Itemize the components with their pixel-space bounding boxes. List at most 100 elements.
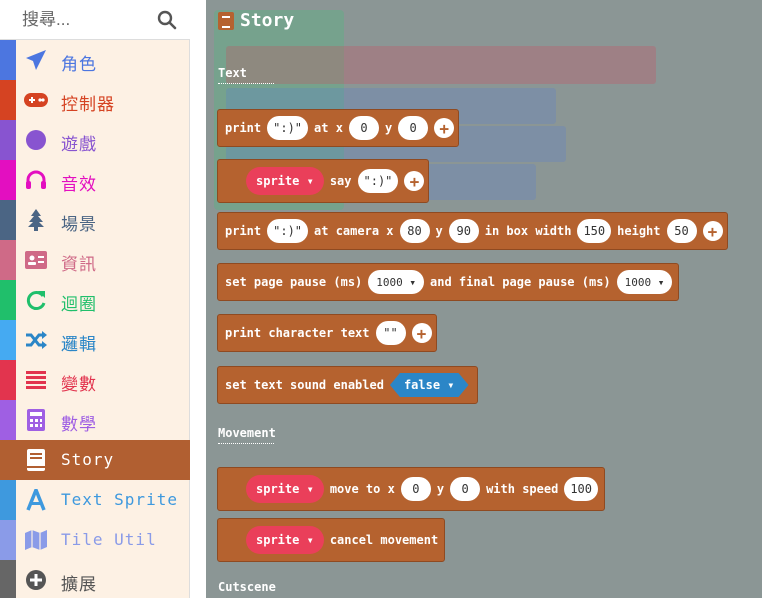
flyout-title-text: Story <box>240 10 295 31</box>
category-color-bar <box>0 120 16 160</box>
category-variables[interactable]: 變數 <box>0 360 190 400</box>
list-icon <box>24 368 48 392</box>
final-pause-dropdown[interactable]: 1000 ▾ <box>616 270 673 294</box>
block-text: and final page pause (ms) <box>430 275 611 289</box>
paper-plane-icon <box>24 48 48 72</box>
category-sprites[interactable]: 角色 <box>0 40 190 80</box>
block-print-at[interactable]: print ":)" at x 0 y 0 + <box>217 109 460 147</box>
number-input-x[interactable]: 0 <box>348 116 379 140</box>
category-label: 角色 <box>61 55 97 74</box>
block-set-text-sound[interactable]: set text sound enabled false ▾ <box>217 366 478 404</box>
category-color-bar <box>0 40 16 80</box>
block-text: cancel movement <box>329 533 439 547</box>
block-sprite-say[interactable]: sprite ▾ say ":)" + <box>217 159 430 203</box>
block-text: move to x <box>329 482 395 496</box>
block-text: set text sound enabled <box>225 378 384 392</box>
number-input-width[interactable]: 150 <box>577 219 612 243</box>
sprite-label: sprite <box>256 174 300 188</box>
category-story[interactable]: Story <box>0 440 190 480</box>
letter-a-icon <box>24 488 48 512</box>
string-input[interactable]: ":)" <box>357 169 399 193</box>
section-label-cutscene: Cutscene <box>218 580 276 594</box>
section-label-movement: Movement <box>218 426 276 444</box>
category-color-bar <box>0 560 16 598</box>
block-text: y <box>435 224 443 238</box>
category-logic[interactable]: 邏輯 <box>0 320 190 360</box>
plus-circle-icon <box>24 568 48 592</box>
toolbox-sidebar: 角色 控制器 遊戲 音效 場景 資訊 迴圈 邏輯 變數 數學 Story Tex… <box>0 0 190 598</box>
category-text-sprite[interactable]: Text Sprite <box>0 480 190 520</box>
dropdown-value: 1000 <box>376 275 403 289</box>
refresh-icon <box>24 288 48 312</box>
block-print-character-text[interactable]: print character text "" + <box>217 314 437 352</box>
number-input-y[interactable]: 0 <box>450 477 481 501</box>
category-color-bar <box>0 440 16 480</box>
category-color-bar <box>0 200 16 240</box>
boolean-dropdown[interactable]: false ▾ <box>390 373 469 397</box>
category-color-bar <box>0 160 16 200</box>
section-underline <box>218 83 274 84</box>
category-math[interactable]: 數學 <box>0 400 190 440</box>
section-label: Cutscene <box>218 580 276 594</box>
block-set-page-pause[interactable]: set page pause (ms) 1000 ▾ and final pag… <box>217 263 680 301</box>
category-color-bar <box>0 520 16 560</box>
shuffle-icon <box>24 328 48 352</box>
category-label: 遊戲 <box>61 135 97 154</box>
expand-plus-icon[interactable]: + <box>411 323 432 343</box>
category-label: 變數 <box>61 375 97 394</box>
block-sprite-move-to[interactable]: sprite ▾ move to x 0 y 0 with speed 100 <box>217 467 606 511</box>
category-label: 擴展 <box>61 575 97 594</box>
block-text: y <box>384 121 393 135</box>
category-label: 場景 <box>61 215 97 234</box>
number-input-height[interactable]: 50 <box>666 219 697 243</box>
category-label: 資訊 <box>61 255 97 274</box>
expand-plus-icon[interactable]: + <box>702 221 723 241</box>
dropdown-value: false <box>403 378 441 392</box>
headphones-icon <box>24 168 48 192</box>
expand-plus-icon[interactable]: + <box>404 171 425 191</box>
category-scene[interactable]: 場景 <box>0 200 190 240</box>
section-label: Movement <box>218 426 276 440</box>
search-icon[interactable] <box>157 10 177 30</box>
category-info[interactable]: 資訊 <box>0 240 190 280</box>
category-extensions[interactable]: 擴展 <box>0 560 190 598</box>
category-game[interactable]: 遊戲 <box>0 120 190 160</box>
category-color-bar <box>0 480 16 520</box>
number-input-speed[interactable]: 100 <box>564 477 599 501</box>
category-label: Story <box>61 450 115 469</box>
number-input-x[interactable]: 0 <box>400 477 431 501</box>
page-pause-dropdown[interactable]: 1000 ▾ <box>368 270 425 294</box>
block-text: y <box>436 482 445 496</box>
section-label: Text <box>218 66 247 80</box>
category-loops[interactable]: 迴圈 <box>0 280 190 320</box>
block-text: set page pause (ms) <box>225 275 363 289</box>
sprite-label: sprite <box>256 533 300 547</box>
section-underline <box>218 443 274 444</box>
category-color-bar <box>0 400 16 440</box>
book-icon <box>24 448 48 472</box>
search-box <box>0 0 190 40</box>
category-color-bar <box>0 80 16 120</box>
tree-icon <box>24 208 48 232</box>
category-tile-util[interactable]: Tile Util <box>0 520 190 560</box>
category-color-bar <box>0 320 16 360</box>
category-music[interactable]: 音效 <box>0 160 190 200</box>
string-input[interactable]: ":)" <box>267 116 309 140</box>
block-sprite-cancel-movement[interactable]: sprite ▾ cancel movement <box>217 518 446 562</box>
category-label: 迴圈 <box>61 295 97 314</box>
string-input[interactable]: ":)" <box>267 219 309 243</box>
number-input-y[interactable]: 0 <box>398 116 429 140</box>
circle-icon <box>24 128 48 152</box>
number-input-y[interactable]: 90 <box>448 219 479 243</box>
block-print-camera[interactable]: print ":)" at camera x 80 y 90 in box wi… <box>217 212 728 250</box>
sprite-variable-dropdown[interactable]: sprite ▾ <box>246 475 324 503</box>
search-input[interactable] <box>0 0 150 40</box>
category-controller[interactable]: 控制器 <box>0 80 190 120</box>
sprite-variable-dropdown[interactable]: sprite ▾ <box>246 526 324 554</box>
sprite-variable-dropdown[interactable]: sprite ▾ <box>246 167 324 195</box>
block-text: at camera x <box>314 224 394 238</box>
number-input-x[interactable]: 80 <box>399 219 430 243</box>
block-text: print <box>225 121 262 135</box>
expand-plus-icon[interactable]: + <box>434 118 455 138</box>
string-input[interactable]: "" <box>375 321 406 345</box>
